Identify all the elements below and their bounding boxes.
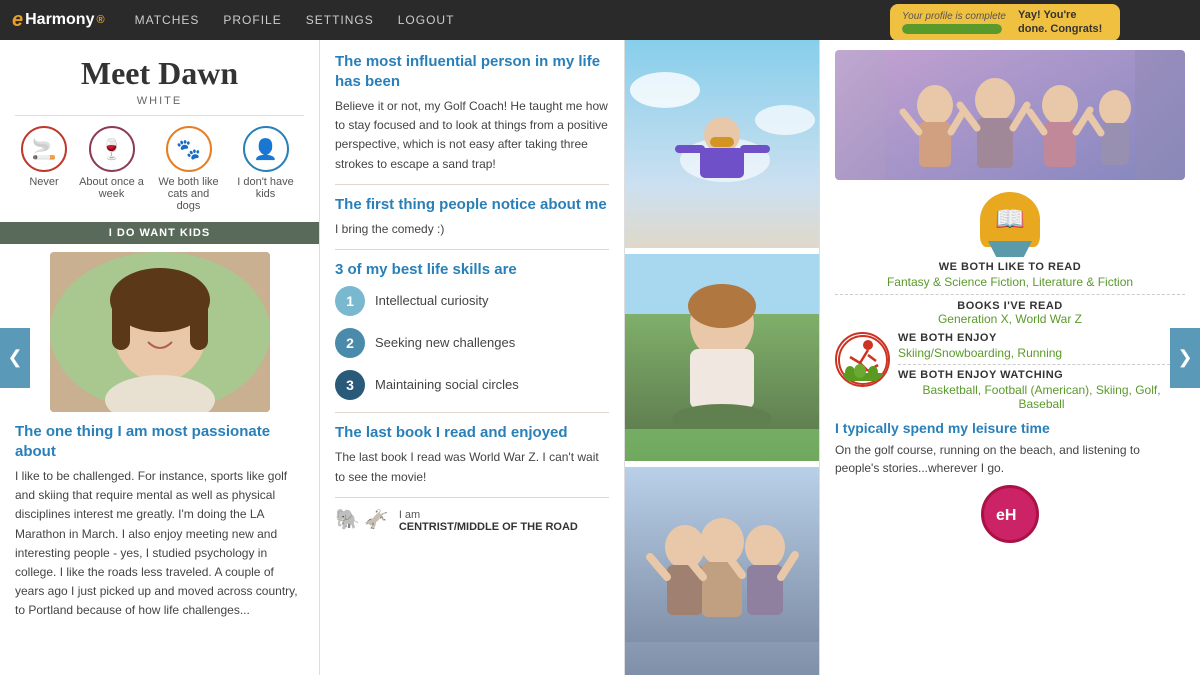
- pet-icon: 🐾: [166, 126, 212, 172]
- we-both-enjoy-label: WE BOTH ENJOY: [898, 332, 1185, 344]
- books-read-value: Generation X, World War Z: [938, 312, 1082, 326]
- brand-name: Harmony: [25, 11, 94, 29]
- skill-number-2: 2: [335, 328, 365, 358]
- photos-column: [625, 40, 820, 675]
- next-arrow[interactable]: ❯: [1170, 328, 1200, 388]
- political-section: 🐘 🫏 I am CENTRIST/MIDDLE OF THE ROAD: [335, 497, 609, 533]
- political-value: CENTRIST/MIDDLE OF THE ROAD: [399, 521, 578, 533]
- leisure-title: I typically spend my leisure time: [835, 419, 1185, 437]
- skill-text-1: Intellectual curiosity: [375, 293, 488, 308]
- profile-name: Meet Dawn: [15, 55, 304, 92]
- far-right-column: 📖 WE BOTH LIKE TO READ Fantasy & Science…: [820, 40, 1200, 675]
- left-column: Meet Dawn WHITE 🚬 Never 🍷 About once a w…: [0, 40, 320, 675]
- photo-placeholder: [50, 252, 270, 412]
- kids-label: I don't have kids: [233, 176, 298, 200]
- running-icon: [835, 332, 890, 387]
- profile-complete-banner: Your profile is complete Yay! You're don…: [890, 4, 1120, 41]
- nav-settings[interactable]: SETTINGS: [306, 13, 374, 27]
- lifestyle-icons: 🚬 Never 🍷 About once a week 🐾 We both li…: [15, 126, 304, 212]
- divider-mid-1: [335, 184, 609, 185]
- we-both-read-label: WE BOTH LIKE TO READ: [939, 261, 1081, 273]
- skill-item-1: 1 Intellectual curiosity: [335, 286, 609, 316]
- profile-congrats: Yay! You're done. Congrats!: [1018, 8, 1108, 37]
- skill-number-1: 1: [335, 286, 365, 316]
- passionate-title: The one thing I am most passionate about: [15, 422, 304, 461]
- republican-icon: 🐘: [335, 507, 360, 532]
- influential-title: The most influential person in my life h…: [335, 52, 609, 91]
- political-label: I am CENTRIST/MIDDLE OF THE ROAD: [399, 506, 578, 533]
- leisure-text: On the golf course, running on the beach…: [835, 441, 1185, 477]
- divider-right-2: [898, 364, 1185, 365]
- running-icon-container: [835, 332, 890, 387]
- progress-bar-container: [902, 24, 1002, 34]
- passionate-section: The one thing I am most passionate about…: [15, 422, 304, 631]
- skill-item-2: 2 Seeking new challenges: [335, 328, 609, 358]
- group-photo-2: [625, 467, 819, 675]
- both-enjoy-section: WE BOTH ENJOY Skiing/Snowboarding, Runni…: [835, 332, 1185, 411]
- smoking-label: Never: [29, 176, 58, 188]
- books-read-label: BOOKS I'VE READ: [957, 300, 1062, 312]
- we-both-watch-label: WE BOTH ENJOY WATCHING: [898, 369, 1185, 381]
- main-content: ❮ Meet Dawn WHITE 🚬 Never 🍷 About once a…: [0, 40, 1200, 675]
- smoking-icon: 🚬: [21, 126, 67, 172]
- girl-photo: [625, 254, 819, 465]
- book-circle: 📖: [980, 192, 1040, 247]
- influential-text: Believe it or not, my Golf Coach! He tau…: [335, 97, 609, 174]
- divider-mid-2: [335, 249, 609, 250]
- skill-item-3: 3 Maintaining social circles: [335, 370, 609, 400]
- divider-mid-3: [335, 412, 609, 413]
- skydive-photo: [625, 40, 819, 251]
- nav-links: MATCHES PROFILE SETTINGS LOGOUT: [135, 13, 455, 27]
- harmony-badge: eH: [981, 485, 1039, 543]
- both-enjoy-info: WE BOTH ENJOY Skiing/Snowboarding, Runni…: [898, 332, 1185, 411]
- progress-bar-fill: [902, 24, 1002, 34]
- pet-label: We both like cats and dogs: [156, 176, 221, 212]
- divider-1: [15, 115, 304, 116]
- notice-title: The first thing people notice about me: [335, 195, 609, 215]
- lifestyle-never: 🚬 Never: [21, 126, 67, 188]
- ethnicity-label: WHITE: [15, 95, 304, 107]
- democrat-icon: 🫏: [364, 507, 389, 532]
- political-prefix: I am: [399, 509, 420, 521]
- last-book-title: The last book I read and enjoyed: [335, 423, 609, 443]
- both-read-section: 📖 WE BOTH LIKE TO READ Fantasy & Science…: [835, 192, 1185, 326]
- we-both-watch-value: Basketball, Football (American), Skiing,…: [898, 383, 1185, 411]
- book-icon-wrap: 📖: [978, 192, 1043, 257]
- skill-text-2: Seeking new challenges: [375, 335, 515, 350]
- nav-matches[interactable]: MATCHES: [135, 13, 200, 27]
- passionate-text: I like to be challenged. For instance, s…: [15, 467, 304, 621]
- skill-number-3: 3: [335, 370, 365, 400]
- notice-text: I bring the comedy :): [335, 220, 609, 239]
- last-book-text: The last book I read was World War Z. I …: [335, 448, 609, 486]
- want-kids-banner: I DO WANT KIDS: [0, 222, 319, 244]
- harmony-badge-container: eH: [835, 485, 1185, 543]
- skills-title: 3 of my best life skills are: [335, 260, 609, 280]
- top-group-photo: [835, 50, 1185, 180]
- we-both-read-value: Fantasy & Science Fiction, Literature & …: [887, 275, 1133, 289]
- we-both-enjoy-value: Skiing/Snowboarding, Running: [898, 346, 1185, 360]
- nav-profile[interactable]: PROFILE: [223, 13, 281, 27]
- drink-label: About once a week: [79, 176, 144, 200]
- svg-text:eH: eH: [996, 507, 1016, 524]
- profile-complete-label: Your profile is complete: [902, 11, 1006, 22]
- profile-complete-left: Your profile is complete: [902, 11, 1006, 34]
- nav-logout[interactable]: LOGOUT: [398, 13, 455, 27]
- brand-e: e: [12, 9, 23, 32]
- brand-logo[interactable]: eHarmony®: [12, 9, 105, 32]
- skill-text-3: Maintaining social circles: [375, 377, 519, 392]
- book-ribbon: [983, 241, 1038, 257]
- navbar: eHarmony® MATCHES PROFILE SETTINGS LOGOU…: [0, 0, 1200, 40]
- prev-arrow[interactable]: ❮: [0, 328, 30, 388]
- skills-list: 1 Intellectual curiosity 2 Seeking new c…: [335, 286, 609, 400]
- lifestyle-kids: 👤 I don't have kids: [233, 126, 298, 200]
- person-icon: 👤: [243, 126, 289, 172]
- political-icons: 🐘 🫏: [335, 507, 389, 532]
- profile-photo: [50, 252, 270, 412]
- mid-column: The most influential person in my life h…: [320, 40, 625, 675]
- divider-right-1: [835, 294, 1185, 295]
- lifestyle-drinking: 🍷 About once a week: [79, 126, 144, 200]
- lifestyle-pets: 🐾 We both like cats and dogs: [156, 126, 221, 212]
- drink-icon: 🍷: [89, 126, 135, 172]
